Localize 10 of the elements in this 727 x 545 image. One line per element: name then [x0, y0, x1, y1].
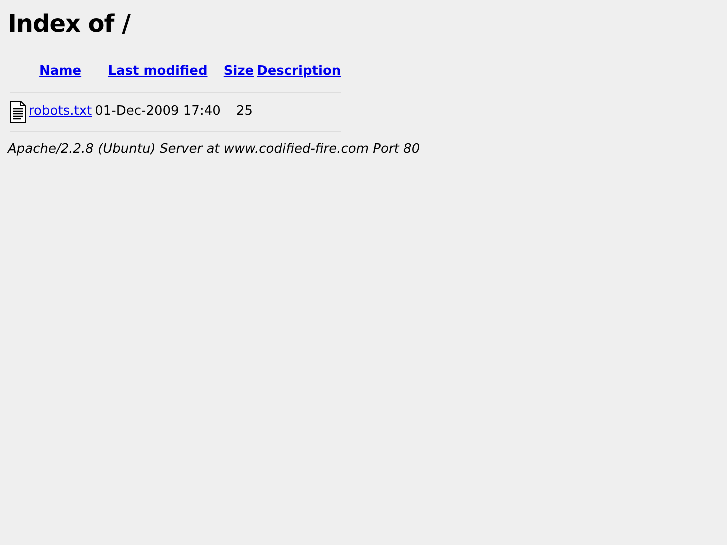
column-sort-link[interactable]: Size	[224, 64, 254, 79]
modified-date: 01-Dec-2009 17:40	[95, 102, 221, 121]
page-title: Index of /	[8, 9, 132, 40]
file-link[interactable]: robots.txt	[29, 104, 92, 119]
column-sort-link[interactable]: Name	[40, 64, 82, 79]
column-sort-link[interactable]: Last modified	[108, 64, 208, 79]
server-signature: Apache/2.2.8 (Ubuntu) Server at www.codified-fire.com Port 80	[8, 140, 422, 158]
column-sort-link[interactable]: Description	[257, 64, 342, 79]
text-file-icon	[10, 100, 26, 122]
file-size: 25	[236, 102, 254, 121]
